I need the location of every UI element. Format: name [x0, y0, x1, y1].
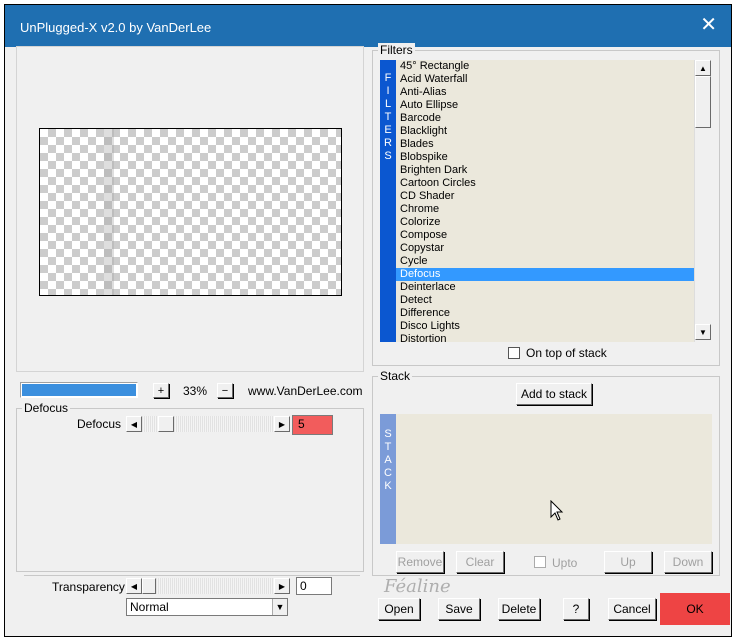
- band-letter: A: [384, 454, 392, 466]
- band-letter: T: [384, 441, 392, 453]
- params-group-label: Defocus: [22, 401, 71, 415]
- band-letter: S: [384, 150, 392, 162]
- filter-item[interactable]: Blacklight: [396, 125, 694, 138]
- filter-item[interactable]: Difference: [396, 307, 694, 320]
- progress-fill: [22, 384, 136, 396]
- defocus-left-arrow[interactable]: ◀: [126, 416, 142, 432]
- defocus-right-arrow[interactable]: ▶: [274, 416, 290, 432]
- defocus-value-field[interactable]: 5: [292, 415, 333, 435]
- cancel-button[interactable]: Cancel: [608, 598, 656, 620]
- on-top-checkbox[interactable]: [508, 347, 520, 359]
- filter-item[interactable]: Defocus: [396, 268, 694, 281]
- filters-band: FILTERS: [380, 60, 396, 342]
- down-button[interactable]: Down: [664, 551, 712, 573]
- website-link[interactable]: www.VanDerLee.com: [248, 384, 363, 398]
- scroll-down-arrow[interactable]: ▼: [695, 324, 711, 340]
- mouse-cursor-icon: [550, 500, 564, 521]
- band-letter: F: [384, 72, 392, 84]
- ok-button[interactable]: OK: [660, 593, 730, 625]
- transparency-divider: [24, 575, 360, 576]
- help-button[interactable]: ?: [563, 598, 589, 620]
- filter-item[interactable]: Auto Ellipse: [396, 99, 694, 112]
- band-letter: R: [384, 137, 392, 149]
- open-button[interactable]: Open: [378, 598, 420, 620]
- filter-item[interactable]: Chrome: [396, 203, 694, 216]
- band-letter: E: [384, 124, 392, 136]
- chevron-down-icon[interactable]: ▼: [272, 599, 287, 615]
- filter-item[interactable]: Cartoon Circles: [396, 177, 694, 190]
- band-letter: K: [384, 480, 392, 492]
- blend-mode-select[interactable]: Normal ▼: [126, 598, 288, 616]
- band-letter: C: [384, 467, 392, 479]
- watermark: Féaline: [384, 576, 451, 597]
- band-letter: T: [384, 111, 392, 123]
- close-icon[interactable]: ✕: [700, 15, 717, 35]
- add-to-stack-button[interactable]: Add to stack: [516, 383, 592, 405]
- delete-button[interactable]: Delete: [498, 598, 540, 620]
- filter-item[interactable]: Brighten Dark: [396, 164, 694, 177]
- remove-button[interactable]: Remove: [396, 551, 444, 573]
- filter-item[interactable]: Detect: [396, 294, 694, 307]
- stack-list[interactable]: [396, 414, 712, 544]
- zoom-out-button[interactable]: −: [217, 383, 233, 398]
- progress-bar: [20, 382, 138, 398]
- zoom-in-button[interactable]: +: [153, 383, 169, 398]
- scroll-up-arrow[interactable]: ▲: [695, 60, 711, 76]
- band-letter: L: [384, 98, 392, 110]
- defocus-slider-thumb[interactable]: [158, 416, 174, 432]
- filter-item[interactable]: Anti-Alias: [396, 86, 694, 99]
- filter-item[interactable]: 45° Rectangle: [396, 60, 694, 73]
- filter-item[interactable]: Acid Waterfall: [396, 73, 694, 86]
- filter-item[interactable]: CD Shader: [396, 190, 694, 203]
- filters-list[interactable]: 45° Rectangle Acid Waterfall Anti-Alias Aut…: [396, 60, 694, 342]
- filter-item[interactable]: Copystar: [396, 242, 694, 255]
- filter-item[interactable]: Blades: [396, 138, 694, 151]
- band-letter: S: [384, 428, 392, 440]
- filters-group-label: Filters: [378, 43, 415, 57]
- filter-item[interactable]: Barcode: [396, 112, 694, 125]
- preview-band: [104, 129, 114, 295]
- filter-item[interactable]: Blobspike: [396, 151, 694, 164]
- stack-band: STACK: [380, 414, 396, 544]
- filter-item[interactable]: Disco Lights: [396, 320, 694, 333]
- title-bar: UnPlugged-X v2.0 by VanDerLee ✕: [5, 5, 731, 47]
- transparency-label: Transparency: [52, 580, 125, 594]
- preview-image[interactable]: [39, 128, 342, 296]
- filter-item[interactable]: Compose: [396, 229, 694, 242]
- upto-checkbox[interactable]: [534, 556, 546, 568]
- scroll-thumb[interactable]: [695, 76, 711, 128]
- transparency-value-field[interactable]: 0: [296, 577, 332, 595]
- filter-item[interactable]: Deinterlace: [396, 281, 694, 294]
- stack-group-label: Stack: [378, 369, 413, 383]
- transparency-slider-track[interactable]: [142, 578, 274, 594]
- transparency-right-arrow[interactable]: ▶: [274, 578, 290, 594]
- band-letter: I: [386, 85, 390, 97]
- blend-mode-value: Normal: [130, 600, 169, 614]
- window-title: UnPlugged-X v2.0 by VanDerLee: [20, 20, 212, 35]
- filter-item[interactable]: Colorize: [396, 216, 694, 229]
- up-button[interactable]: Up: [604, 551, 652, 573]
- filters-scrollbar[interactable]: ▲ ▼: [694, 60, 711, 342]
- clear-button[interactable]: Clear: [456, 551, 504, 573]
- save-button[interactable]: Save: [438, 598, 480, 620]
- on-top-label: On top of stack: [526, 346, 607, 360]
- defocus-label: Defocus: [77, 417, 122, 431]
- upto-label: Upto: [552, 556, 578, 570]
- transparency-left-arrow[interactable]: ◀: [126, 578, 142, 594]
- filter-item[interactable]: Distortion: [396, 333, 694, 342]
- filter-item[interactable]: Cycle: [396, 255, 694, 268]
- zoom-level: 33%: [183, 384, 208, 398]
- transparency-slider-thumb[interactable]: [142, 578, 156, 594]
